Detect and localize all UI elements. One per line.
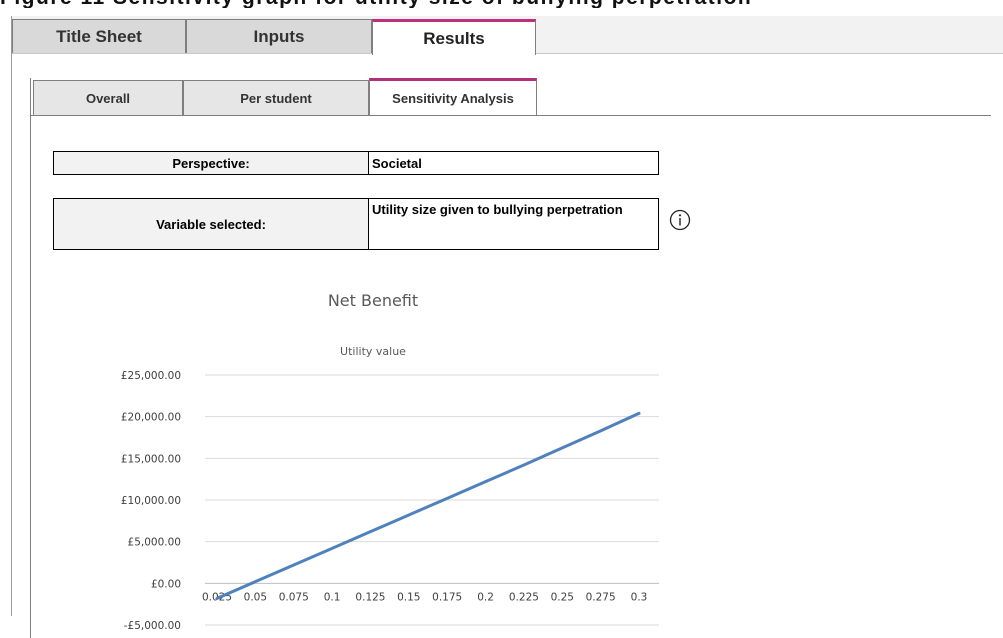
chart-subtitle: Utility value (340, 345, 406, 358)
tab-inputs[interactable]: Inputs (186, 19, 372, 53)
variable-label: Variable selected: (54, 199, 369, 249)
x-axis-labels: 0.025 0.05 0.075 0.1 0.125 0.15 0.175 0.2 0.225 0… (202, 591, 647, 603)
chart-canvas: Net Benefit Utility value £25,000.00 £20,… (121, 291, 659, 632)
sub-tab-strip: Overall Per student Sensitivity Analysis (31, 78, 991, 116)
x-tick-label: 0.075 (279, 591, 309, 603)
subtab-per-student[interactable]: Per student (183, 80, 369, 115)
workbook-window: Title Sheet Inputs Results Overall Per s… (11, 16, 1003, 638)
y-tick-label: £0.00 (151, 578, 181, 590)
x-tick-label: 0.125 (355, 591, 385, 603)
subtab-sensitivity-analysis[interactable]: Sensitivity Analysis (369, 78, 537, 115)
top-tab-strip: Title Sheet Inputs Results (12, 16, 1003, 55)
y-tick-label: £15,000.00 (121, 453, 181, 465)
x-tick-label: 0.2 (477, 591, 494, 603)
variable-value[interactable]: Utility size given to bullying perpetrat… (369, 199, 658, 249)
gridlines (205, 374, 659, 626)
net-benefit-chart: Net Benefit Utility value £25,000.00 £20,… (31, 273, 731, 633)
info-icon[interactable] (669, 209, 691, 231)
y-tick-label: £5,000.00 (128, 537, 181, 549)
series-line (215, 411, 641, 600)
series-layer (215, 411, 641, 600)
perspective-value[interactable]: Societal (369, 152, 658, 174)
y-tick-label: -£5,000.00 (124, 620, 181, 632)
x-tick-label: 0.275 (586, 591, 616, 603)
x-tick-label: 0.25 (551, 591, 574, 603)
y-axis-labels: £25,000.00 £20,000.00 £15,000.00 £10,000.00… (121, 370, 181, 632)
y-tick-label: £10,000.00 (121, 495, 181, 507)
x-tick-label: 0.3 (631, 591, 648, 603)
subtab-overall[interactable]: Overall (33, 80, 183, 115)
y-tick-label: £20,000.00 (121, 412, 181, 424)
x-tick-label: 0.175 (432, 591, 462, 603)
variable-row: Variable selected: Utility size given to… (53, 198, 659, 250)
perspective-row: Perspective: Societal (53, 151, 659, 175)
tab-title-sheet[interactable]: Title Sheet (12, 19, 186, 53)
chart-title: Net Benefit (328, 291, 418, 310)
x-tick-label: 0.05 (244, 591, 267, 603)
x-tick-label: 0.1 (324, 591, 341, 603)
x-tick-label: 0.15 (397, 591, 420, 603)
perspective-label: Perspective: (54, 152, 369, 174)
tab-results[interactable]: Results (372, 19, 536, 55)
y-tick-label: £25,000.00 (121, 370, 181, 382)
x-tick-label: 0.225 (509, 591, 539, 603)
page-heading: Figure 11 Sensitivity graph for utility … (0, 0, 1003, 8)
results-panel: Overall Per student Sensitivity Analysis… (30, 78, 1003, 638)
